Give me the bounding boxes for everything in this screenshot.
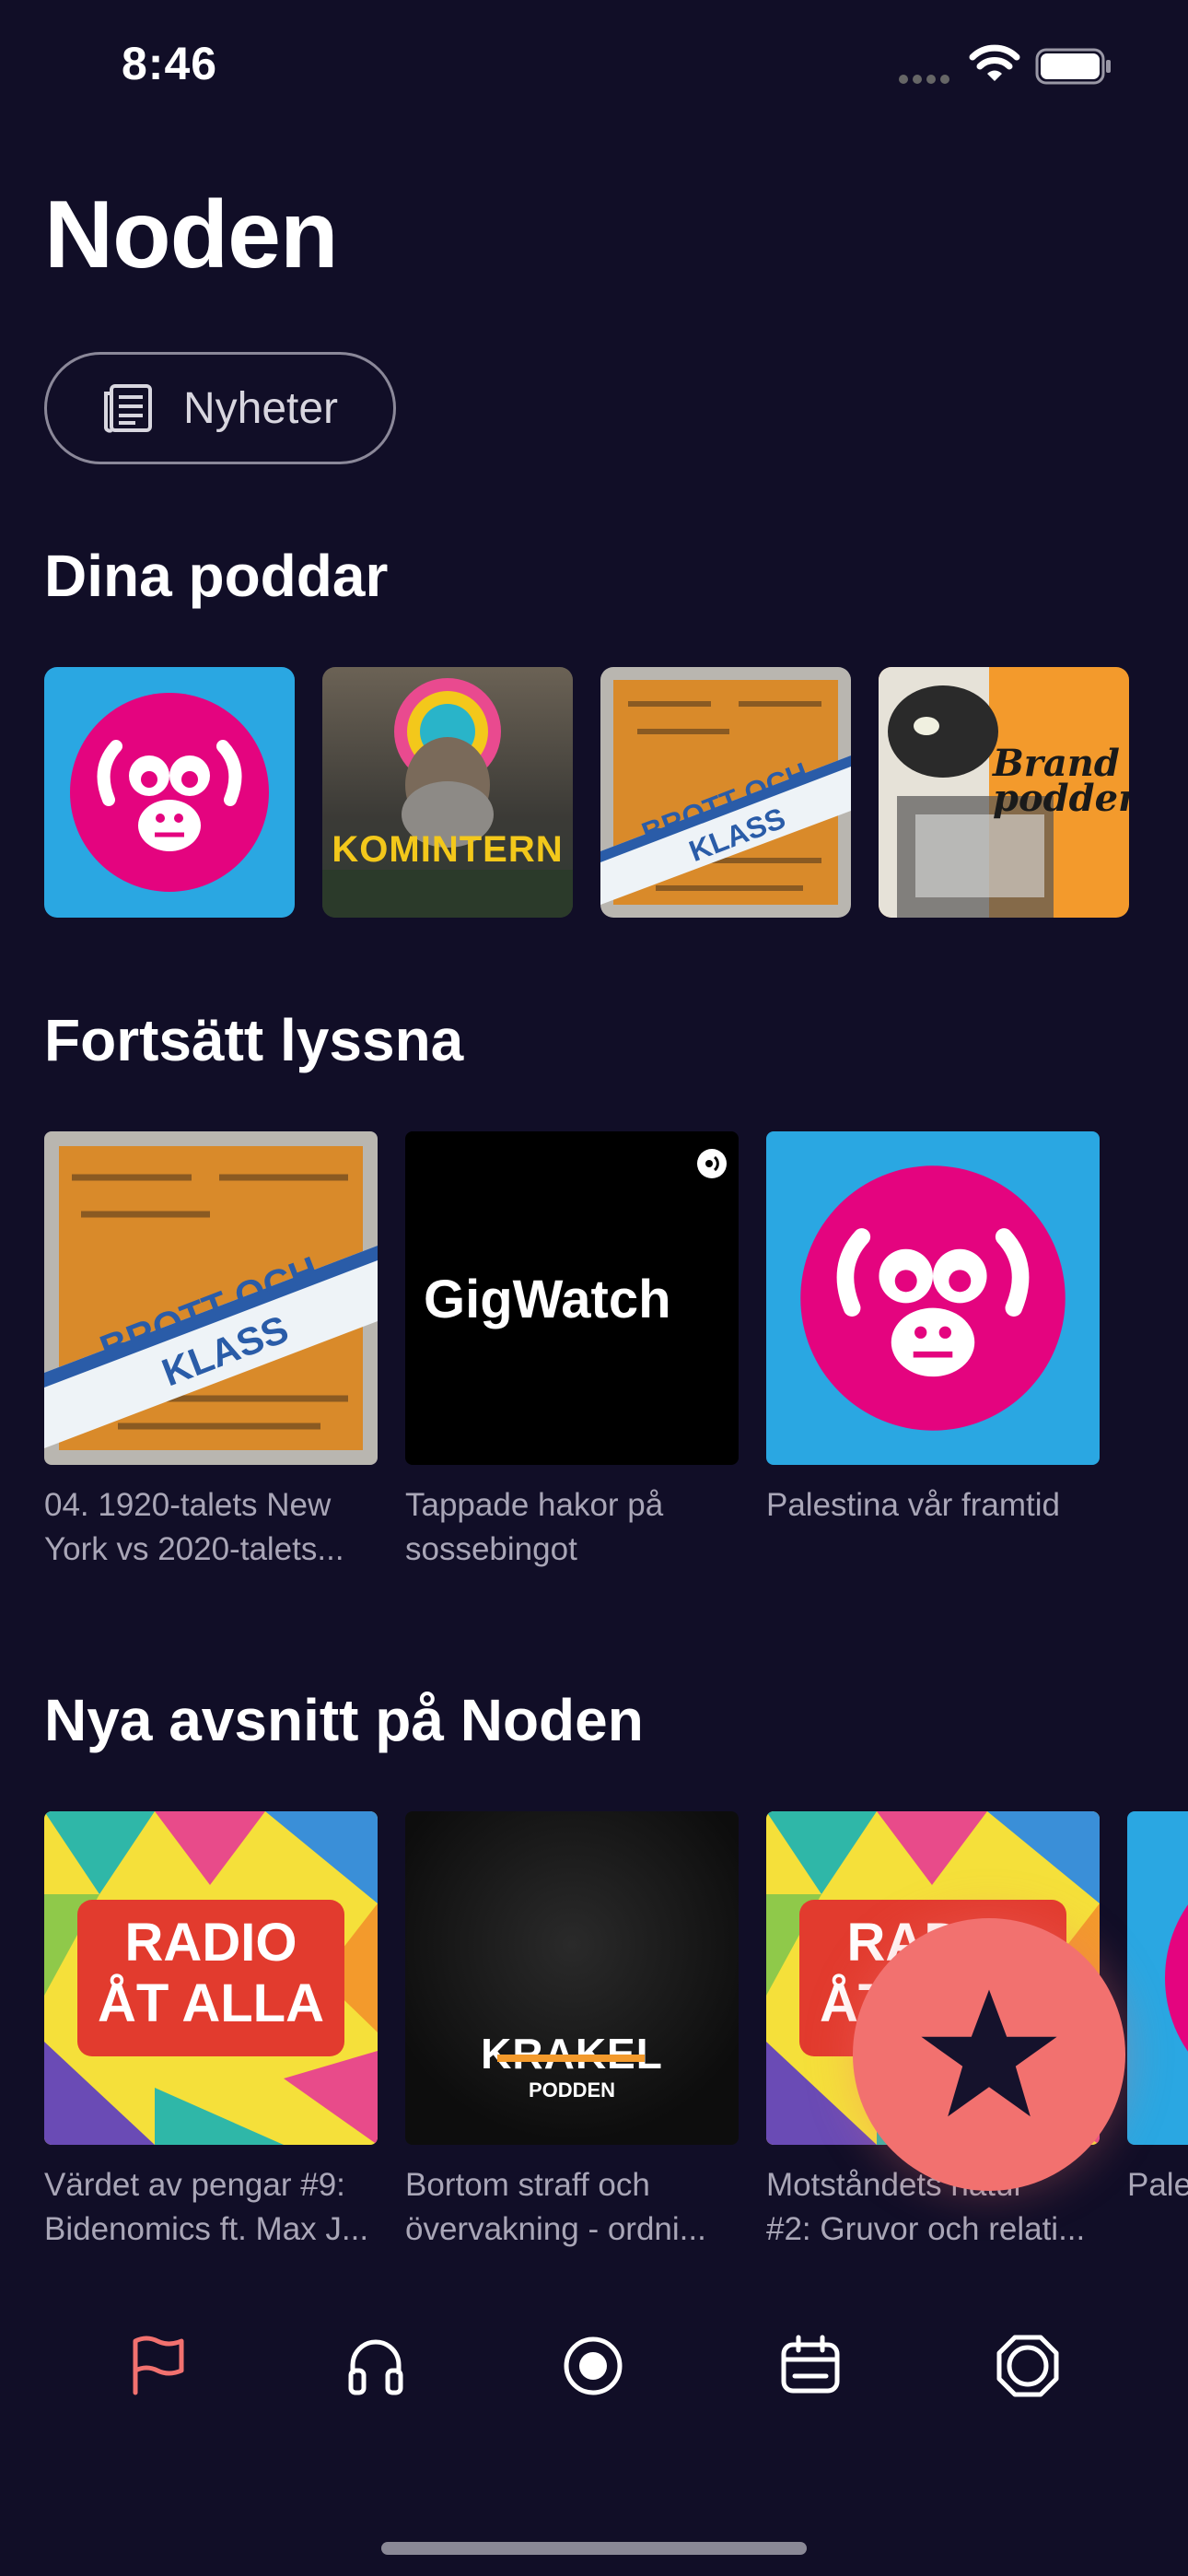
page-title: Noden — [44, 181, 339, 288]
home-indicator — [381, 2542, 807, 2555]
ring-icon — [996, 2335, 1059, 2397]
episode-title-line: övervakning - ordni... — [405, 2211, 706, 2247]
monkey-logo-icon — [800, 1165, 1066, 1431]
continue-item[interactable]: BROTT OCH KLASS 04. 1920-talets New York… — [44, 1131, 378, 1572]
episode-title: 04. 1920-talets New York vs 2020-talets.… — [44, 1483, 378, 1572]
monkey-logo-icon — [70, 693, 269, 892]
podcast-cover-komintern[interactable]: KOMINTERN — [322, 667, 573, 918]
news-chip-label: Nyheter — [182, 383, 339, 433]
brandpodden-art-text: Brand podden — [993, 742, 1129, 820]
section-title-new-episodes: Nya avsnitt på Noden — [44, 1687, 644, 1753]
episode-title-line: sossebingot — [405, 1531, 577, 1567]
episode-title-line: York vs 2020-talets... — [44, 1531, 344, 1567]
episode-artwork: BROTT OCH KLASS — [44, 1131, 378, 1465]
episode-title-line: Tappade hakor på — [405, 1487, 664, 1523]
komintern-art-text: KOMINTERN — [332, 829, 564, 870]
new-episode-item[interactable]: Pale — [1127, 1811, 1188, 2252]
subscriptions-row: KOMINTERN BROTT OCH KLASS Brand podden — [44, 667, 1129, 918]
cellular-signal-icon — [899, 72, 954, 84]
status-bar: 8:46 — [0, 0, 1188, 138]
episode-title: Bortom straff och övervakning - ordni... — [405, 2163, 739, 2252]
episode-title-line: Värdet av pengar #9: — [44, 2167, 345, 2203]
tab-calendar[interactable] — [764, 2320, 856, 2412]
tab-podcasts[interactable] — [330, 2320, 422, 2412]
gigwatch-logo: GigWatch — [424, 1260, 671, 1338]
headphones-icon — [348, 2339, 403, 2395]
krakel-strike — [497, 2055, 645, 2062]
calendar-icon — [781, 2335, 840, 2394]
episode-title-line: #2: Gruvor och relati... — [766, 2211, 1086, 2247]
art-line: RADIO — [124, 1913, 297, 1973]
continue-item[interactable]: Palestina vår framtid — [766, 1131, 1100, 1572]
episode-artwork — [1127, 1811, 1188, 2145]
episode-artwork — [766, 1131, 1100, 1465]
episode-title-line: Palestina vår framtid — [766, 1487, 1061, 1523]
episode-title: Pale — [1127, 2163, 1188, 2207]
podcast-cover-monkey[interactable] — [44, 667, 295, 918]
section-title-subscriptions: Dina poddar — [44, 543, 389, 609]
news-filter-chip[interactable]: Nyheter — [44, 352, 396, 464]
episode-artwork: KRAKEL PODDEN — [405, 1811, 739, 2145]
episode-title: Värdet av pengar #9: Bidenomics ft. Max … — [44, 2163, 378, 2252]
tab-settings[interactable] — [982, 2320, 1074, 2412]
tab-live[interactable] — [547, 2320, 639, 2412]
episode-title: Palestina vår framtid — [766, 1483, 1100, 1528]
status-time: 8:46 — [122, 38, 218, 89]
new-episode-item[interactable]: KRAKEL PODDEN Bortom straff och övervakn… — [405, 1811, 739, 2252]
art-line: ÅT ALLA — [98, 1973, 324, 2033]
gigwatch-text: GigWatch — [424, 1269, 671, 1329]
episode-artwork: GigWatch — [405, 1131, 739, 1465]
continue-item[interactable]: GigWatch Tappade hakor på sossebingot — [405, 1131, 739, 1572]
episode-title-line: Bidenomics ft. Max J... — [44, 2211, 369, 2247]
continue-row: BROTT OCH KLASS 04. 1920-talets New York… — [44, 1131, 1100, 1572]
episode-title-line: Bortom straff och — [405, 2167, 650, 2203]
new-episode-item[interactable]: RADIO ÅT ALLA Värdet av pengar #9: Biden… — [44, 1811, 378, 2252]
tab-home[interactable] — [112, 2320, 204, 2412]
flag-icon — [133, 2336, 184, 2395]
wifi-icon — [969, 44, 1020, 81]
monkey-logo-icon — [1165, 1904, 1188, 2052]
radio-logo-text: RADIO ÅT ALLA — [77, 1913, 344, 2034]
anchor-podcast-icon — [697, 1149, 727, 1178]
podcast-cover-brandpodden[interactable]: Brand podden — [879, 667, 1129, 918]
newspaper-icon — [103, 384, 152, 433]
komintern-art — [322, 678, 573, 918]
star-icon — [921, 1989, 1057, 2117]
podcast-cover-brott-och-klass[interactable]: BROTT OCH KLASS — [600, 667, 851, 918]
episode-title-line: 04. 1920-talets New — [44, 1487, 332, 1523]
krakel-logo-text: KRAKEL — [481, 2030, 663, 2078]
record-icon — [564, 2336, 623, 2395]
episode-title-line: Pale — [1127, 2167, 1188, 2203]
favorites-fab[interactable] — [853, 1918, 1125, 2191]
battery-icon — [1035, 48, 1111, 85]
section-title-continue: Fortsätt lyssna — [44, 1007, 464, 1073]
krakel-subtitle: PODDEN — [528, 2078, 616, 2102]
episode-artwork: RADIO ÅT ALLA — [44, 1811, 378, 2145]
episode-title: Tappade hakor på sossebingot — [405, 1483, 739, 1572]
tab-bar — [0, 2303, 1188, 2432]
